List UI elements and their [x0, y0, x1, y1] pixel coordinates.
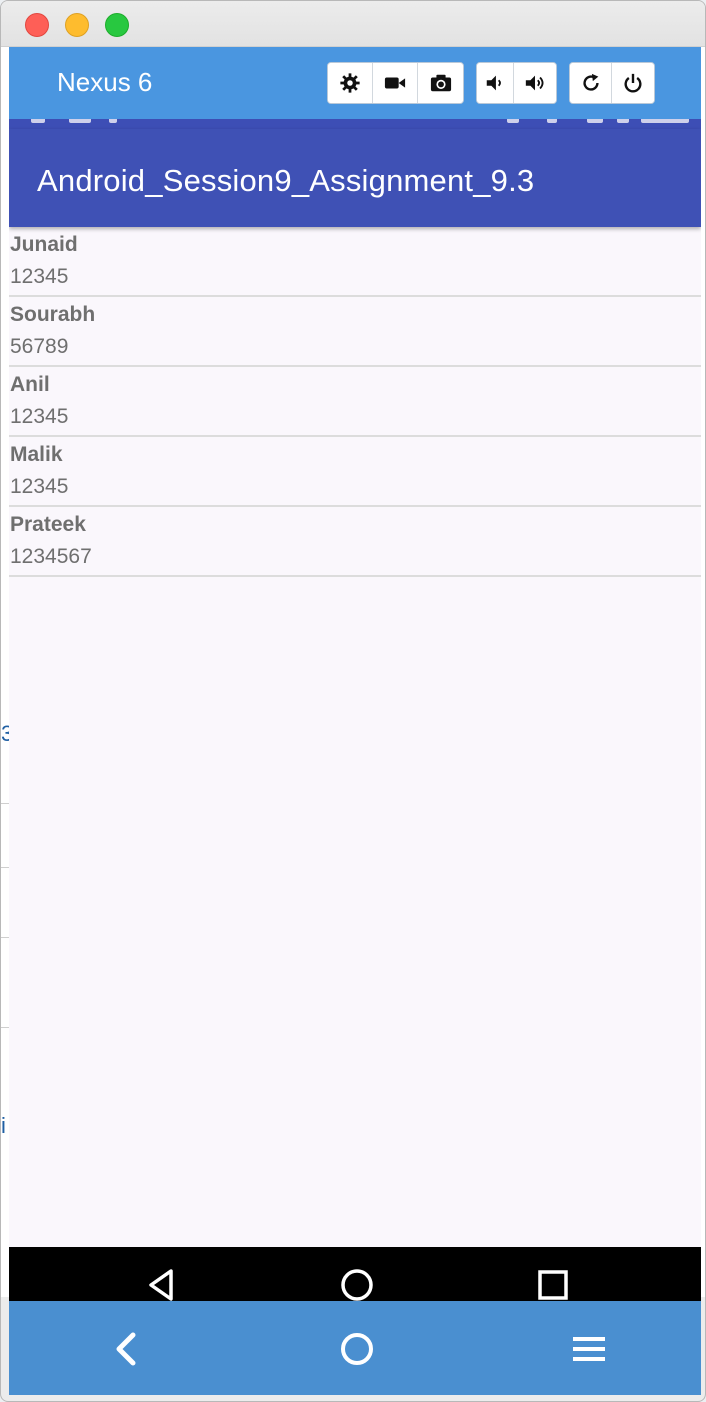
screen-record-button[interactable]	[373, 63, 418, 103]
screenshot-button[interactable]	[418, 63, 463, 103]
rotate-button[interactable]	[570, 63, 612, 103]
home-button[interactable]	[337, 1267, 377, 1301]
volume-down-button[interactable]	[477, 63, 514, 103]
android-status-bar	[9, 119, 701, 129]
back-button[interactable]	[141, 1267, 181, 1301]
window-titlebar	[1, 1, 705, 47]
play-icon	[109, 119, 117, 123]
contact-number: 12345	[10, 265, 69, 288]
list-item[interactable]: Anil 12345	[9, 367, 701, 437]
rotate-icon	[582, 73, 599, 91]
settings-button[interactable]	[328, 63, 373, 103]
app-bar: Android_Session9_Assignment_9.3	[9, 129, 701, 227]
contact-number: 12345	[10, 475, 69, 498]
close-window-button[interactable]	[25, 13, 49, 37]
menu-icon	[573, 1337, 605, 1361]
sim-icon	[507, 119, 519, 123]
power-icon	[624, 73, 642, 93]
volume-up-button[interactable]	[514, 63, 556, 103]
emulator-toolbar: Nexus 6	[9, 47, 701, 119]
background-text: i	[1, 1113, 6, 1138]
menu-control-button[interactable]	[567, 1329, 611, 1369]
home-icon	[341, 1269, 373, 1301]
notification-icon	[31, 119, 45, 123]
camera-icon	[430, 74, 451, 92]
background-divider	[1, 1027, 9, 1028]
gear-icon	[340, 73, 360, 93]
battery-icon	[617, 119, 629, 123]
contact-number: 56789	[10, 335, 69, 358]
background-page-left: 3 i	[1, 47, 13, 1297]
capture-button-group	[327, 62, 464, 104]
contact-list[interactable]: Junaid 12345 Sourabh 56789 Anil 12345 Ma…	[9, 227, 701, 577]
contact-name: Malik	[10, 443, 63, 466]
volume-up-icon	[525, 75, 544, 91]
contact-number: 12345	[10, 405, 69, 428]
minimize-window-button[interactable]	[65, 13, 89, 37]
contact-name: Prateek	[10, 513, 86, 536]
wifi-icon	[547, 119, 557, 123]
zoom-window-button[interactable]	[105, 13, 129, 37]
recents-button[interactable]	[533, 1267, 573, 1301]
emulator-bottom-bar	[9, 1301, 701, 1395]
app-title: Android_Session9_Assignment_9.3	[37, 163, 535, 198]
signal-icon	[587, 119, 603, 123]
emulator-window: 3 i Nexus 6 Android_Session9_Assignment_…	[0, 0, 706, 1402]
background-divider	[1, 867, 9, 868]
background-page-right	[701, 47, 705, 1297]
android-nav-bar	[9, 1247, 701, 1301]
power-button[interactable]	[612, 63, 654, 103]
volume-down-icon	[486, 75, 501, 91]
list-item[interactable]: Malik 12345	[9, 437, 701, 507]
device-name: Nexus 6	[57, 67, 153, 97]
volume-button-group	[476, 62, 557, 104]
clock-icon	[641, 119, 689, 123]
contact-name: Junaid	[10, 233, 78, 256]
background-divider	[1, 803, 9, 804]
chevron-left-icon	[116, 1332, 136, 1366]
list-item[interactable]: Sourabh 56789	[9, 297, 701, 367]
back-icon	[149, 1269, 173, 1301]
device-screen: Android_Session9_Assignment_9.3 Junaid 1…	[9, 119, 701, 1247]
contact-number: 1234567	[10, 545, 92, 568]
list-item[interactable]: Prateek 1234567	[9, 507, 701, 577]
circle-home-icon	[341, 1333, 373, 1365]
device-button-group	[569, 62, 655, 104]
recents-icon	[538, 1270, 568, 1300]
contact-name: Sourabh	[10, 303, 96, 326]
back-control-button[interactable]	[105, 1329, 149, 1369]
background-divider	[1, 937, 9, 938]
home-control-button[interactable]	[335, 1329, 379, 1369]
list-item[interactable]: Junaid 12345	[9, 227, 701, 297]
contact-name: Anil	[10, 373, 50, 396]
video-camera-icon	[384, 77, 406, 89]
notification-icon	[69, 119, 91, 123]
